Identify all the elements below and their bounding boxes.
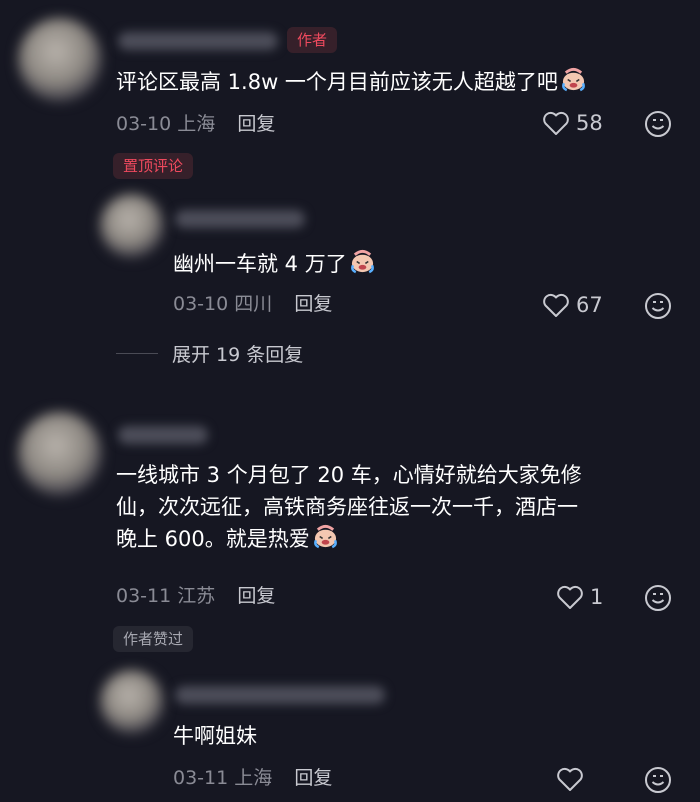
author-tag: 作者 — [287, 27, 338, 53]
comment-meta: 03-11 上海 回复 — [173, 765, 332, 791]
like-button[interactable]: 58 — [542, 110, 603, 136]
comment-location: 四川 — [234, 293, 273, 315]
smile-face-icon[interactable] — [644, 584, 672, 612]
like-button[interactable]: 1 — [556, 584, 603, 610]
comment-text-content: 牛啊姐妹 — [173, 724, 257, 748]
username-blurred[interactable] — [118, 426, 208, 444]
comment-text: 牛啊姐妹 — [173, 720, 257, 752]
smile-face-icon[interactable] — [644, 292, 672, 320]
heart-outline-icon — [543, 111, 569, 135]
comment-text-line: 晚上 600。就是热爱 — [116, 527, 310, 551]
smile-face-icon[interactable] — [644, 766, 672, 794]
username-blurred[interactable] — [118, 32, 278, 50]
like-count: 1 — [590, 585, 604, 609]
avatar[interactable] — [18, 18, 102, 102]
comment-location: 江苏 — [177, 585, 216, 607]
reply-button[interactable]: 回复 — [237, 113, 275, 135]
comment-meta: 03-11 江苏 回复 — [116, 583, 275, 609]
comment-text-line: 仙，次次远征，高铁商务座往返一次一千，酒店一 — [116, 495, 578, 519]
crying-face-emoji — [562, 67, 585, 92]
smile-face-icon[interactable] — [644, 110, 672, 138]
comment-text-content: 幽州一车就 4 万了 — [173, 252, 347, 276]
comment-date: 03-10 — [116, 113, 172, 135]
comment-text: 一线城市 3 个月包了 20 车，心情好就给大家免修 仙，次次远征，高铁商务座往… — [116, 459, 582, 555]
avatar[interactable] — [18, 412, 102, 496]
avatar[interactable] — [100, 194, 164, 258]
comment-text-content: 评论区最高 1.8w 一个月目前应该无人超越了吧 — [116, 70, 558, 94]
comment-location: 上海 — [234, 767, 273, 789]
reply-button[interactable]: 回复 — [294, 293, 332, 315]
like-button[interactable] — [556, 766, 590, 792]
like-button[interactable]: 67 — [542, 292, 603, 318]
comment-location: 上海 — [177, 113, 216, 135]
avatar[interactable] — [100, 670, 164, 734]
comment-text: 评论区最高 1.8w 一个月目前应该无人超越了吧 — [116, 66, 587, 98]
heart-outline-icon — [543, 293, 569, 317]
crying-face-emoji — [313, 524, 337, 549]
comment-list: 作者 评论区最高 1.8w 一个月目前应该无人超越了吧 03-10 上海 回复 … — [0, 0, 700, 802]
username-blurred[interactable] — [175, 686, 385, 704]
heart-outline-icon — [557, 767, 583, 791]
pinned-comment-tag: 置顶评论 — [113, 153, 194, 179]
comment-text-line-wrap: 晚上 600。就是热爱 — [116, 523, 582, 555]
expand-replies-label: 展开 19 条回复 — [172, 344, 304, 366]
comment-date: 03-10 — [173, 293, 229, 315]
like-count: 67 — [576, 293, 603, 317]
username-blurred[interactable] — [175, 210, 305, 228]
reply-button[interactable]: 回复 — [294, 767, 332, 789]
reply-button[interactable]: 回复 — [237, 585, 275, 607]
heart-outline-icon — [557, 585, 583, 609]
comment-text: 幽州一车就 4 万了 — [173, 248, 376, 280]
comment-meta: 03-10 上海 回复 — [116, 111, 275, 137]
comment-date: 03-11 — [116, 585, 172, 607]
author-liked-tag: 作者赞过 — [113, 626, 194, 652]
crying-face-emoji — [350, 249, 374, 274]
comment-meta: 03-10 四川 回复 — [173, 291, 332, 317]
like-count: 58 — [576, 111, 603, 135]
divider-line — [116, 353, 158, 354]
comment-text-line: 一线城市 3 个月包了 20 车，心情好就给大家免修 — [116, 463, 582, 487]
comment-date: 03-11 — [173, 767, 229, 789]
expand-replies-button[interactable]: 展开 19 条回复 — [116, 340, 303, 367]
